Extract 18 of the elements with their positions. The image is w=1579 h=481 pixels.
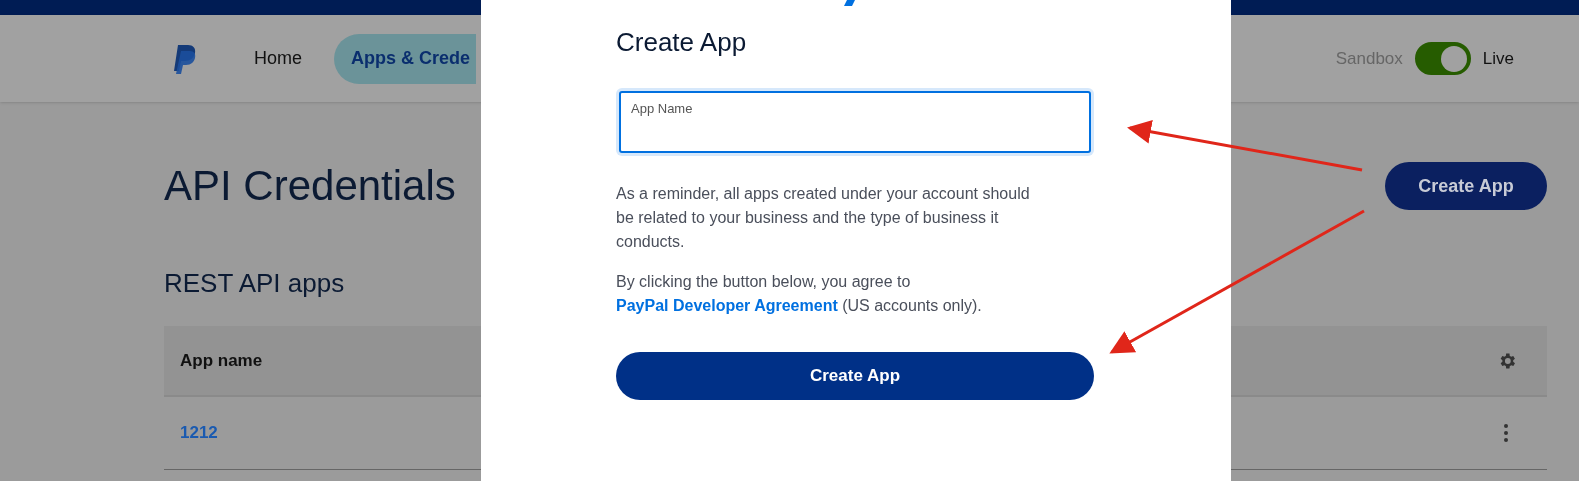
toggle-label: Live [1482,47,1514,70]
nav-tab[interactable]: Apps & Crede [334,33,476,84]
agreement-link[interactable]: PayPal Developer Agreement [616,297,838,314]
more-options-icon[interactable] [1503,423,1509,443]
column-header: App name [180,349,263,372]
environment-switch[interactable] [1414,42,1471,75]
reminder-text: As a reminder, all apps created under your account should be related to your business and the type of business it conducts. [616,184,1031,252]
logo-icon[interactable] [172,42,198,75]
nav-tab[interactable]: Home [252,45,304,72]
logo-fragment-icon [843,0,855,6]
create-app-button[interactable]: Create App [1385,162,1547,210]
app-name-field[interactable]: App Name [619,91,1091,153]
section-title: REST API apps [164,270,345,296]
page-title: API Credentials [164,165,456,207]
submit-button[interactable]: Create App [616,352,1094,400]
dialog-title: Create App [616,26,747,58]
agreement-text: By clicking the button below, you agree to PayPal Developer Agreement (US accounts only). [616,272,983,316]
toggle-label: Sandbox [1335,47,1403,70]
